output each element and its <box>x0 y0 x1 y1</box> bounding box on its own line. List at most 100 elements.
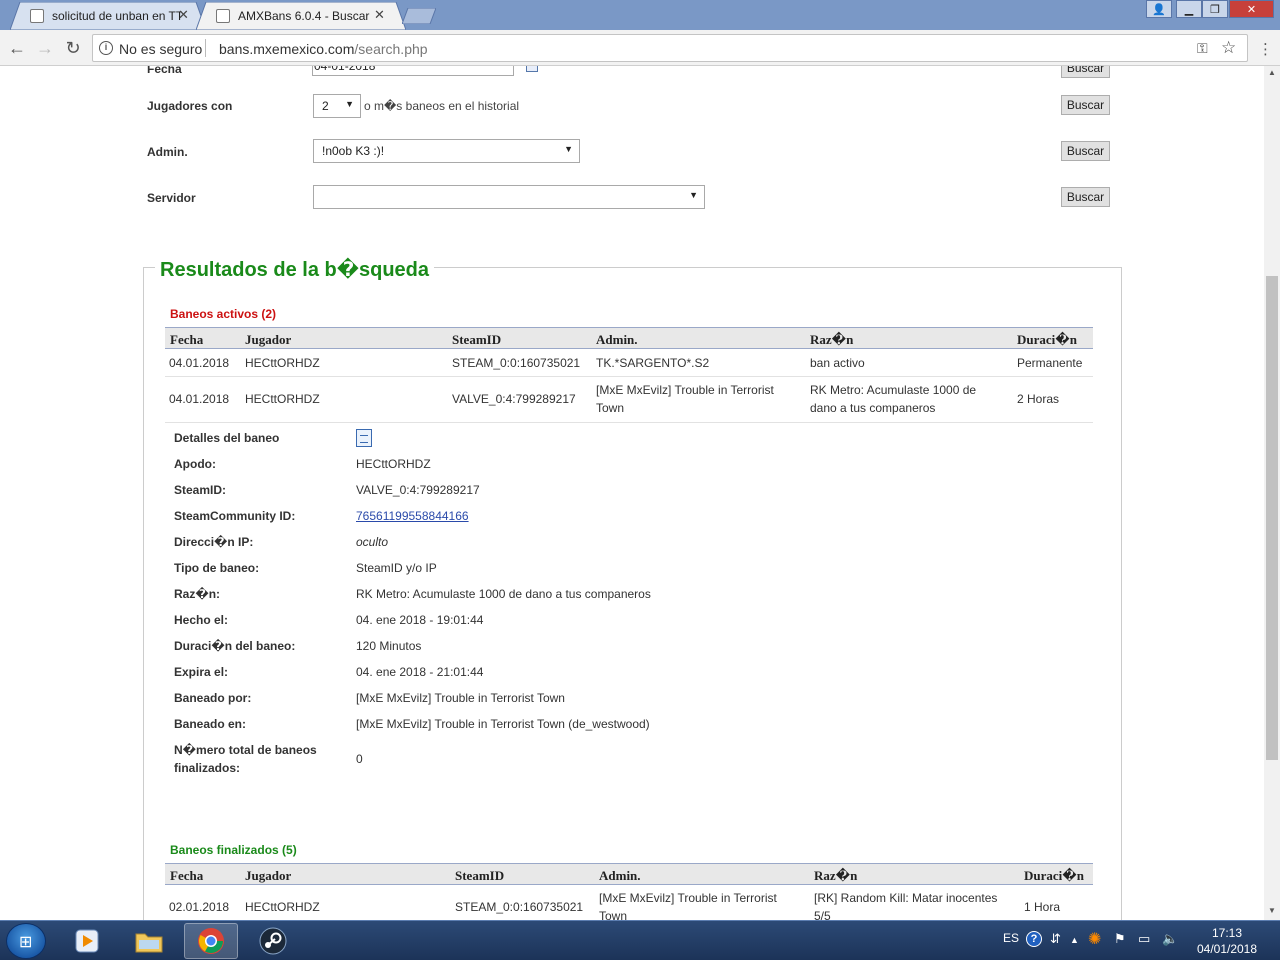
detail-label: Detalles del baneo <box>174 431 280 445</box>
scroll-thumb[interactable] <box>1266 276 1278 760</box>
address-bar[interactable]: i No es seguro bans.mxemexico.com/search… <box>92 34 1248 62</box>
cell-duracion: 2 Horas <box>1017 392 1060 406</box>
chrome-icon <box>198 928 224 954</box>
language-indicator[interactable]: ES <box>1003 931 1019 945</box>
detail-value: [MxE MxEvilz] Trouble in Terrorist Town <box>356 691 565 705</box>
jugadores-label: Jugadores con <box>147 99 233 113</box>
volume-icon[interactable]: 🔈 <box>1162 931 1178 947</box>
display-icon[interactable]: ▭ <box>1138 931 1150 947</box>
column-header: Jugador <box>245 868 292 883</box>
minimize-button[interactable]: ▁ <box>1176 0 1202 18</box>
info-icon[interactable]: i <box>99 41 113 55</box>
cell-admin: [MxE MxEvilz] Trouble in Terrorist Town <box>596 383 774 415</box>
buscar-jugadores-button[interactable]: Buscar <box>1061 95 1110 115</box>
cell-fecha: 04.01.2018 <box>169 356 230 370</box>
column-header: Fecha <box>170 332 204 347</box>
media-player-taskbar-button[interactable] <box>60 923 114 959</box>
media-player-icon <box>75 929 99 953</box>
detail-value: oculto <box>356 535 389 549</box>
table-row[interactable]: 02.01.2018 HECttORHDZ STEAM_0:0:16073502… <box>165 886 1093 920</box>
chrome-taskbar-button[interactable] <box>184 923 238 959</box>
vertical-scrollbar[interactable]: ▲ ▼ <box>1264 66 1280 920</box>
bookmark-star-icon[interactable]: ☆ <box>1221 38 1236 58</box>
security-label[interactable]: No es seguro <box>119 41 202 57</box>
column-header: Raz�n <box>814 868 858 883</box>
detail-value: SteamID y/o IP <box>356 561 437 575</box>
table-row[interactable]: 04.01.2018 HECttORHDZ STEAM_0:0:16073502… <box>165 350 1093 377</box>
user-profile-icon[interactable]: 👤 <box>1146 0 1172 18</box>
system-clock[interactable]: 17:13 04/01/2018 <box>1190 925 1264 957</box>
close-window-button[interactable]: ✕ <box>1229 0 1274 18</box>
buscar-admin-button[interactable]: Buscar <box>1061 141 1110 161</box>
close-tab-icon[interactable]: ✕ <box>374 7 385 23</box>
detail-label: N�mero total de baneos finalizados: <box>174 743 317 775</box>
file-explorer-taskbar-button[interactable] <box>122 923 176 959</box>
jugadores-select[interactable]: 2 ▼ <box>313 94 361 118</box>
cell-admin: [MxE MxEvilz] Trouble in Terrorist Town <box>599 891 777 920</box>
show-hidden-icons-icon[interactable]: ▲ <box>1070 935 1079 945</box>
table-row[interactable]: 04.01.2018 HECttORHDZ VALVE_0:4:79928921… <box>165 378 1093 423</box>
browser-menu-icon[interactable]: ⋮ <box>1258 40 1273 58</box>
admin-select[interactable]: !n0ob K3 :)! ▼ <box>313 139 580 163</box>
antivirus-icon[interactable]: ✺ <box>1088 929 1101 949</box>
cell-admin: TK.*SARGENTO*.S2 <box>596 356 710 370</box>
jugadores-value: 2 <box>322 99 329 113</box>
detail-label: Expira el: <box>174 665 229 679</box>
help-icon[interactable]: ? <box>1026 931 1042 947</box>
action-center-flag-icon[interactable]: ⚑ <box>1114 931 1126 947</box>
cell-jugador: HECttORHDZ <box>245 392 320 406</box>
windows-taskbar: ⊞ ES ? ⇵ ▲ ✺ ⚑ ▭ 🔈 17:13 04/01/2018 <box>0 920 1280 960</box>
steam-taskbar-button[interactable] <box>246 923 300 959</box>
close-tab-icon[interactable]: ✕ <box>178 7 189 23</box>
admin-label: Admin. <box>147 145 188 159</box>
calendar-icon[interactable] <box>526 66 538 72</box>
scroll-down-icon[interactable]: ▼ <box>1268 906 1276 915</box>
url-text[interactable]: bans.mxemexico.com/search.php <box>219 41 428 57</box>
network-icon[interactable]: ⇵ <box>1050 931 1061 947</box>
jugadores-suffix: o m�s baneos en el historial <box>364 99 520 113</box>
back-arrow-icon[interactable]: ← <box>6 37 28 59</box>
column-header: Duraci�n <box>1024 868 1084 883</box>
cell-duracion: Permanente <box>1017 356 1083 370</box>
detail-label: Direcci�n IP: <box>174 535 254 549</box>
browser-titlebar: solicitud de unban en TTT ✕ AMXBans 6.0.… <box>0 0 1280 30</box>
admin-value: !n0ob K3 :)! <box>322 144 385 158</box>
cell-fecha: 02.01.2018 <box>169 900 230 914</box>
detail-value: 04. ene 2018 - 19:01:44 <box>356 613 484 627</box>
url-path: /search.php <box>354 41 428 57</box>
tab-solicitud-unban[interactable]: solicitud de unban en TTT ✕ <box>10 2 206 30</box>
steam-icon <box>259 927 287 955</box>
maximize-button[interactable]: ❐ <box>1202 0 1228 18</box>
cell-steamid: VALVE_0:4:799289217 <box>452 392 576 406</box>
detail-label: Duraci�n del baneo: <box>174 639 296 653</box>
new-tab-button[interactable] <box>402 8 436 24</box>
key-icon[interactable]: ⚿ <box>1197 40 1208 57</box>
cell-razon: [RK] Random Kill: Matar inocentes 5/5 <box>814 891 998 920</box>
buscar-servidor-button[interactable]: Buscar <box>1061 187 1110 207</box>
fecha-label: Fecha <box>147 66 182 76</box>
page-favicon-icon <box>216 9 230 23</box>
column-header: Raz�n <box>810 332 854 347</box>
reload-icon[interactable]: ↻ <box>62 37 84 59</box>
cell-razon: RK Metro: Acumulaste 1000 de dano a tus … <box>810 383 977 415</box>
buscar-fecha-button[interactable]: Buscar <box>1061 66 1110 78</box>
start-button[interactable]: ⊞ <box>6 923 46 959</box>
forward-arrow-icon[interactable]: → <box>34 37 56 59</box>
scroll-up-icon[interactable]: ▲ <box>1268 68 1276 77</box>
cell-duracion: 1 Hora <box>1024 900 1061 914</box>
table-header: Fecha Jugador SteamID Admin. Raz�n Durac… <box>165 327 1093 349</box>
url-divider <box>205 39 206 57</box>
tab-amxbans-buscar[interactable]: AMXBans 6.0.4 - Buscar ✕ <box>196 2 406 30</box>
fecha-input[interactable]: 04-01-2018 <box>312 66 514 76</box>
detail-label: SteamID: <box>174 483 227 497</box>
results-title: Resultados de la b�squeda <box>155 257 434 282</box>
dropdown-caret-icon: ▼ <box>689 190 698 200</box>
detail-label: Baneado por: <box>174 691 252 705</box>
servidor-label: Servidor <box>147 191 196 205</box>
detail-label: Apodo: <box>174 457 216 471</box>
document-icon[interactable] <box>356 429 372 447</box>
steamcommunity-link[interactable]: 76561199558844166 <box>356 507 469 525</box>
tab-title: AMXBans 6.0.4 - Buscar <box>238 9 370 23</box>
servidor-select[interactable]: ▼ <box>313 185 705 209</box>
detail-value: 0 <box>356 752 363 766</box>
